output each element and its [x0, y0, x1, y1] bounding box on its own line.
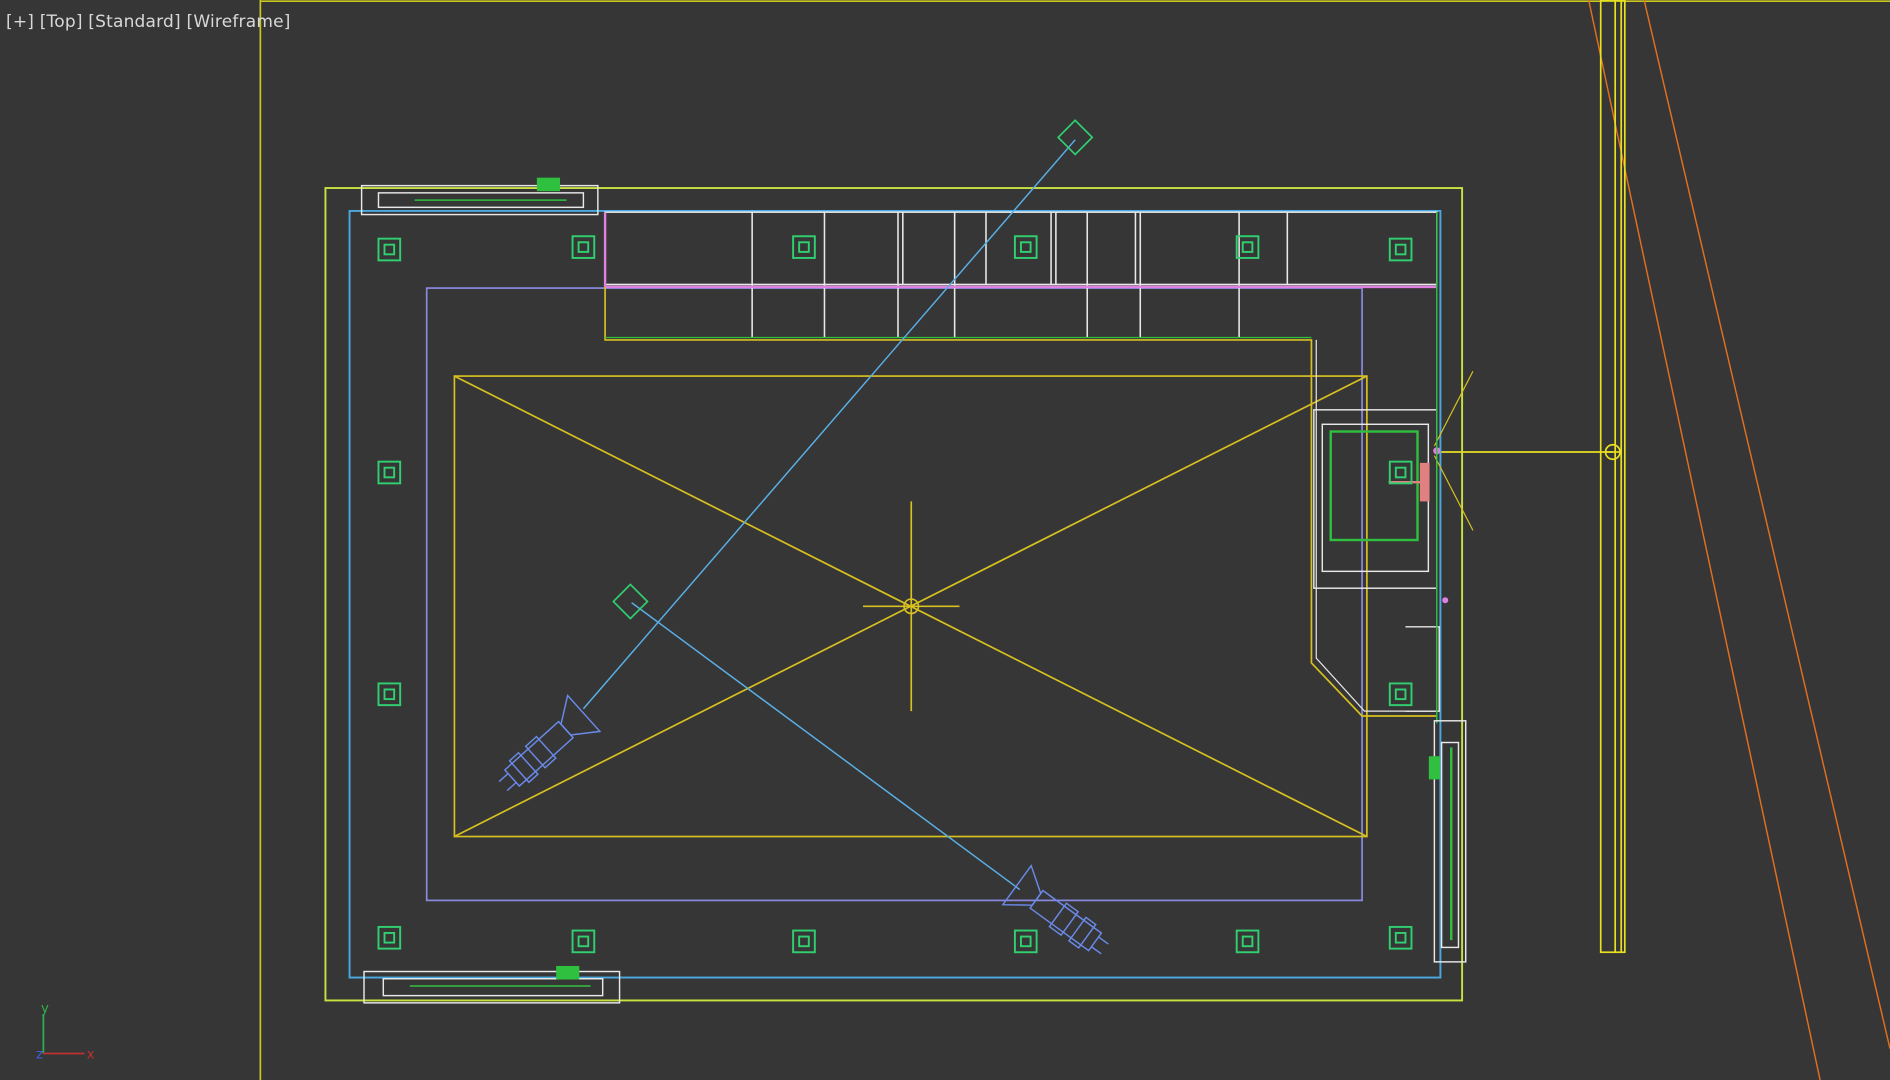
viewport-shading-menu[interactable]: [Wireframe] — [187, 12, 291, 32]
camera-1[interactable] — [487, 119, 1094, 804]
viewport-preset-menu[interactable]: [Standard] — [88, 12, 181, 32]
camera-2[interactable] — [612, 583, 1119, 968]
ceiling-frame[interactable] — [425, 287, 1363, 902]
outer-wall[interactable] — [324, 187, 1464, 1002]
orange-guides — [1587, 0, 1890, 1080]
viewport-plus-menu[interactable]: [+] — [6, 12, 34, 32]
top-cabinets[interactable] — [604, 211, 1438, 338]
counter-outline[interactable] — [604, 286, 1437, 717]
spot-lights[interactable] — [377, 235, 1413, 954]
sink-unit[interactable] — [1313, 370, 1474, 712]
ceiling-light-plane[interactable] — [453, 375, 1368, 838]
window-top-left[interactable] — [360, 177, 599, 216]
wireframe-scene[interactable]: y z x — [0, 0, 1890, 1080]
axis-y-label: y — [41, 1002, 49, 1017]
viewport-view-menu[interactable]: [Top] — [40, 12, 83, 32]
top-viewport[interactable]: [+] [Top] [Standard] [Wireframe] y z x — [0, 0, 1890, 1080]
axis-z-label: z — [36, 1047, 43, 1062]
inner-wall[interactable] — [348, 209, 1442, 979]
window-bottom-left[interactable] — [363, 965, 621, 1004]
viewport-label-menu: [+] [Top] [Standard] [Wireframe] — [6, 12, 291, 32]
axis-x-label: x — [87, 1047, 95, 1062]
door-right[interactable] — [1428, 720, 1467, 963]
axis-tripod: y z x — [36, 1002, 95, 1063]
